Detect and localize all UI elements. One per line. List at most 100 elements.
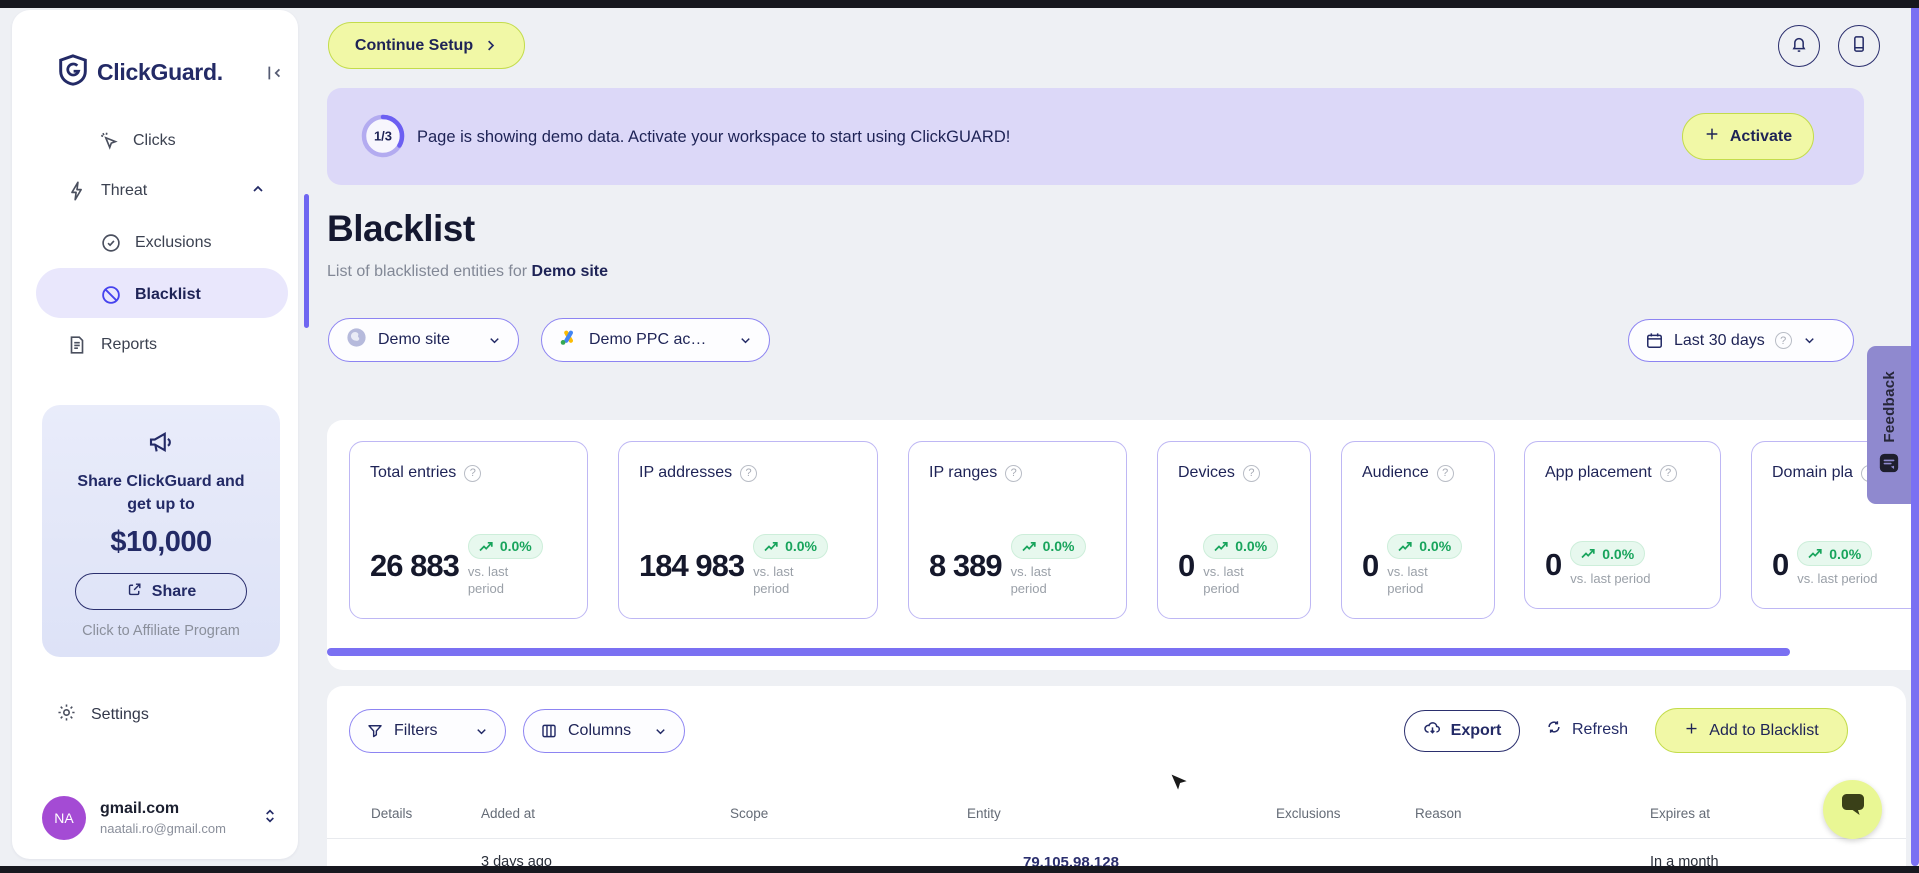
column-header-details[interactable]: Details	[371, 806, 412, 821]
lightning-icon	[66, 180, 88, 202]
subtitle-site-name: Demo site	[531, 263, 609, 280]
sidebar-item-threat[interactable]: Threat	[66, 180, 266, 202]
sidebar-collapse-icon[interactable]	[262, 62, 284, 89]
plus-icon	[1684, 721, 1699, 741]
sidebar-item-reports[interactable]: Reports	[66, 334, 157, 356]
column-header-scope[interactable]: Scope	[730, 806, 768, 821]
help-icon[interactable]: ?	[1005, 464, 1023, 482]
ppc-account-selector[interactable]: Demo PPC ac…	[541, 318, 770, 362]
help-icon[interactable]: ?	[1659, 464, 1677, 482]
columns-icon	[540, 722, 558, 740]
account-switcher[interactable]: NA gmail.com naatali.ro@gmail.com	[42, 796, 278, 840]
chat-bubble-icon	[1838, 794, 1868, 825]
google-ads-icon	[558, 327, 579, 353]
feedback-icon	[1878, 452, 1900, 479]
sidebar-item-clicks[interactable]: Clicks	[98, 130, 176, 152]
help-icon[interactable]: ?	[1242, 464, 1260, 482]
chat-launcher-button[interactable]	[1823, 780, 1882, 839]
promo-text: Share ClickGuard and get up to	[77, 473, 245, 514]
column-header-entity[interactable]: Entity	[967, 806, 1001, 821]
columns-label: Columns	[568, 722, 632, 739]
bell-icon	[1789, 34, 1809, 59]
stat-card-ip-addresses: IP addresses? 184 983 0.0% vs. last peri…	[618, 441, 878, 619]
help-icon[interactable]: ?	[1436, 464, 1454, 482]
date-range-selector[interactable]: Last 30 days ?	[1628, 319, 1854, 362]
feedback-tab[interactable]: Feedback	[1867, 346, 1911, 504]
stats-band: Total entries? 26 883 0.0% vs. last peri…	[327, 420, 1919, 670]
refresh-button[interactable]: Refresh	[1545, 718, 1628, 741]
filter-funnel-icon	[366, 722, 384, 740]
refresh-label: Refresh	[1572, 720, 1629, 738]
column-header-added-at[interactable]: Added at	[481, 806, 535, 821]
stat-label: App placement	[1545, 464, 1652, 481]
plus-icon	[1704, 126, 1720, 147]
activate-button[interactable]: Activate	[1682, 113, 1814, 160]
affiliate-promo-card[interactable]: Share ClickGuard and get up to $10,000 S…	[42, 405, 280, 657]
sidebar-item-label: Reports	[101, 336, 158, 353]
sidebar-item-blacklist[interactable]: Blacklist	[100, 284, 201, 306]
columns-button[interactable]: Columns	[523, 709, 685, 753]
ppc-selector-value: Demo PPC ac…	[589, 331, 707, 348]
chevron-up-icon[interactable]	[250, 181, 266, 202]
badge-check-icon	[100, 232, 122, 254]
page-title: Blacklist	[327, 208, 475, 249]
filters-button[interactable]: Filters	[349, 709, 506, 753]
column-header-expires-at[interactable]: Expires at	[1650, 806, 1710, 821]
book-icon	[1849, 34, 1869, 59]
delta-badge: 0.0%	[1010, 533, 1086, 559]
delta-badge: 0.0%	[1387, 533, 1463, 559]
delta-badge: 0.0%	[1797, 541, 1873, 567]
share-button[interactable]: Share	[75, 573, 247, 611]
help-icon[interactable]: ?	[740, 464, 758, 482]
column-header-exclusions[interactable]: Exclusions	[1276, 806, 1341, 821]
stat-label: Domain pla	[1772, 464, 1853, 481]
site-selector-value: Demo site	[378, 331, 451, 348]
filters-label: Filters	[394, 722, 438, 739]
docs-button[interactable]	[1838, 25, 1880, 67]
help-icon[interactable]: ?	[464, 464, 482, 482]
sidebar-item-label: Blacklist	[135, 286, 201, 303]
notifications-button[interactable]	[1778, 25, 1820, 67]
trend-up-icon	[764, 541, 778, 552]
stat-period: vs. last period	[467, 563, 509, 597]
column-header-reason[interactable]: Reason	[1415, 806, 1462, 821]
export-button[interactable]: Export	[1404, 710, 1520, 752]
continue-setup-button[interactable]: Continue Setup	[328, 22, 525, 69]
stat-card-total-entries: Total entries? 26 883 0.0% vs. last peri…	[349, 441, 588, 619]
sidebar-item-exclusions[interactable]: Exclusions	[100, 232, 211, 254]
feedback-label: Feedback	[1880, 370, 1898, 443]
sidebar-scrollbar[interactable]	[304, 194, 309, 328]
stat-period: vs. last period	[1797, 571, 1878, 587]
promo-amount: $10,000	[110, 526, 212, 559]
trend-up-icon	[1808, 549, 1822, 559]
continue-setup-label: Continue Setup	[354, 36, 474, 54]
horizontal-scrollbar[interactable]	[327, 648, 1790, 656]
affiliate-caption: Click to Affiliate Program	[82, 623, 240, 640]
stat-value: 0	[1178, 547, 1195, 583]
window-top-edge	[0, 0, 1919, 8]
site-selector[interactable]: Demo site	[328, 318, 519, 362]
trend-up-icon	[1398, 541, 1412, 552]
clickguard-shield-icon	[58, 54, 88, 91]
stat-card-ip-ranges: IP ranges? 8 389 0.0% vs. last period	[908, 441, 1127, 619]
avatar: NA	[42, 796, 86, 840]
trend-up-icon	[479, 541, 493, 552]
add-to-blacklist-button[interactable]: Add to Blacklist	[1655, 708, 1848, 753]
globe-icon	[345, 326, 368, 354]
stat-value: 8 389	[929, 547, 1003, 583]
trend-up-icon	[1581, 549, 1595, 559]
sidebar: ClickGuard. Clicks Threat Exclusions Bla…	[12, 10, 309, 859]
calendar-icon	[1645, 331, 1664, 350]
date-range-value: Last 30 days	[1674, 331, 1765, 349]
sidebar-item-settings[interactable]: Settings	[56, 702, 149, 728]
logo[interactable]: ClickGuard.	[58, 54, 223, 91]
stat-value: 0	[1772, 546, 1789, 582]
page-scrollbar[interactable]	[1911, 0, 1919, 866]
demo-data-banner: 1/3 Page is showing demo data. Activate …	[327, 88, 1864, 185]
chevron-right-icon	[483, 38, 498, 53]
external-link-icon	[126, 581, 143, 603]
trend-up-icon	[1021, 541, 1036, 552]
stat-value: 26 883	[370, 547, 460, 583]
stat-label: IP ranges	[929, 464, 998, 481]
stat-period: vs. last period	[753, 563, 794, 597]
